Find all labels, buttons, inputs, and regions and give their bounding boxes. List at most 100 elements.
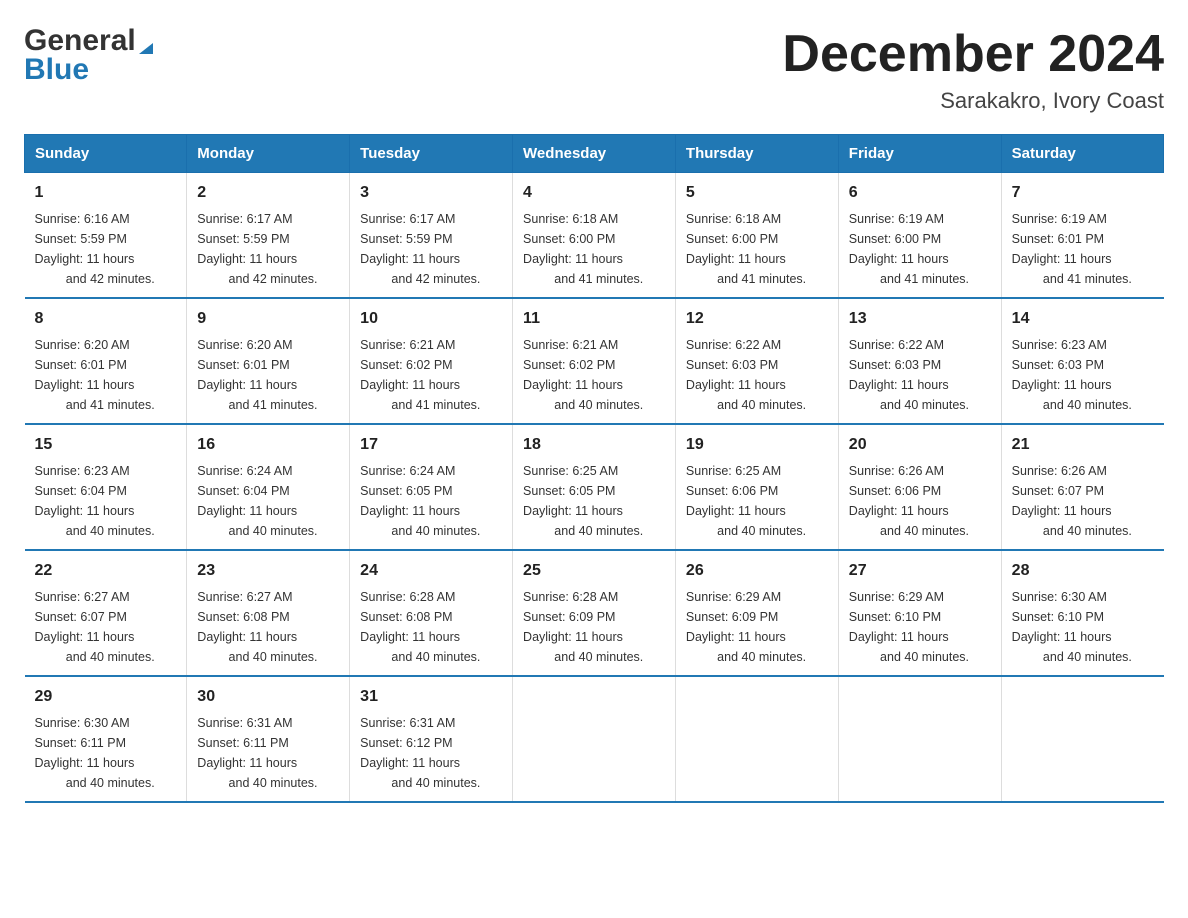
- logo: General Blue: [24, 24, 153, 86]
- calendar-cell: 14 Sunrise: 6:23 AMSunset: 6:03 PMDayligh…: [1001, 298, 1163, 424]
- day-info: Sunrise: 6:30 AMSunset: 6:11 PMDaylight:…: [35, 713, 177, 793]
- day-number: 10: [360, 307, 502, 331]
- day-info: Sunrise: 6:21 AMSunset: 6:02 PMDaylight:…: [360, 335, 502, 415]
- day-info: Sunrise: 6:18 AMSunset: 6:00 PMDaylight:…: [686, 209, 828, 289]
- day-number: 26: [686, 559, 828, 583]
- day-info: Sunrise: 6:19 AMSunset: 6:01 PMDaylight:…: [1012, 209, 1154, 289]
- logo-blue-text: Blue: [24, 53, 89, 86]
- calendar-cell: 19 Sunrise: 6:25 AMSunset: 6:06 PMDayligh…: [675, 424, 838, 550]
- day-info: Sunrise: 6:18 AMSunset: 6:00 PMDaylight:…: [523, 209, 665, 289]
- day-number: 17: [360, 433, 502, 457]
- day-info: Sunrise: 6:20 AMSunset: 6:01 PMDaylight:…: [197, 335, 339, 415]
- calendar-cell: 12 Sunrise: 6:22 AMSunset: 6:03 PMDayligh…: [675, 298, 838, 424]
- day-number: 20: [849, 433, 991, 457]
- day-number: 3: [360, 181, 502, 205]
- calendar-cell: 30Sunrise: 6:31 AMSunset: 6:11 PMDayligh…: [187, 676, 350, 802]
- col-sunday: Sunday: [25, 135, 187, 173]
- calendar-cell: 7 Sunrise: 6:19 AMSunset: 6:01 PMDaylight…: [1001, 173, 1163, 299]
- calendar-cell: [1001, 676, 1163, 802]
- day-info: Sunrise: 6:20 AMSunset: 6:01 PMDaylight:…: [35, 335, 177, 415]
- calendar-cell: 24Sunrise: 6:28 AMSunset: 6:08 PMDayligh…: [350, 550, 513, 676]
- day-number: 25: [523, 559, 665, 583]
- title-block: December 2024 Sarakakro, Ivory Coast: [782, 24, 1164, 114]
- day-number: 16: [197, 433, 339, 457]
- calendar-cell: 20 Sunrise: 6:26 AMSunset: 6:06 PMDayligh…: [838, 424, 1001, 550]
- calendar-cell: 22 Sunrise: 6:27 AMSunset: 6:07 PMDayligh…: [25, 550, 187, 676]
- calendar-cell: 26 Sunrise: 6:29 AMSunset: 6:09 PMDayligh…: [675, 550, 838, 676]
- calendar-cell: 17 Sunrise: 6:24 AMSunset: 6:05 PMDayligh…: [350, 424, 513, 550]
- day-info: Sunrise: 6:25 AMSunset: 6:06 PMDaylight:…: [686, 461, 828, 541]
- day-info: Sunrise: 6:22 AMSunset: 6:03 PMDaylight:…: [686, 335, 828, 415]
- day-number: 21: [1012, 433, 1154, 457]
- day-info: Sunrise: 6:30 AMSunset: 6:10 PMDaylight:…: [1012, 587, 1154, 667]
- calendar-cell: 2 Sunrise: 6:17 AMSunset: 5:59 PMDaylight…: [187, 173, 350, 299]
- day-info: Sunrise: 6:22 AMSunset: 6:03 PMDaylight:…: [849, 335, 991, 415]
- calendar-cell: [675, 676, 838, 802]
- day-info: Sunrise: 6:17 AMSunset: 5:59 PMDaylight:…: [197, 209, 339, 289]
- calendar-cell: 13 Sunrise: 6:22 AMSunset: 6:03 PMDayligh…: [838, 298, 1001, 424]
- calendar-cell: 23Sunrise: 6:27 AMSunset: 6:08 PMDayligh…: [187, 550, 350, 676]
- calendar-cell: [838, 676, 1001, 802]
- calendar-cell: 18Sunrise: 6:25 AMSunset: 6:05 PMDayligh…: [513, 424, 676, 550]
- day-number: 2: [197, 181, 339, 205]
- day-number: 12: [686, 307, 828, 331]
- day-info: Sunrise: 6:24 AMSunset: 6:04 PMDaylight:…: [197, 461, 339, 541]
- calendar-week-1: 1 Sunrise: 6:16 AMSunset: 5:59 PMDaylight…: [25, 173, 1164, 299]
- day-info: Sunrise: 6:23 AMSunset: 6:04 PMDaylight:…: [35, 461, 177, 541]
- calendar-cell: 5Sunrise: 6:18 AMSunset: 6:00 PMDaylight…: [675, 173, 838, 299]
- calendar-cell: 21 Sunrise: 6:26 AMSunset: 6:07 PMDayligh…: [1001, 424, 1163, 550]
- calendar-cell: 4 Sunrise: 6:18 AMSunset: 6:00 PMDaylight…: [513, 173, 676, 299]
- calendar-cell: 31Sunrise: 6:31 AMSunset: 6:12 PMDayligh…: [350, 676, 513, 802]
- day-info: Sunrise: 6:27 AMSunset: 6:08 PMDaylight:…: [197, 587, 339, 667]
- calendar-cell: 15 Sunrise: 6:23 AMSunset: 6:04 PMDayligh…: [25, 424, 187, 550]
- day-info: Sunrise: 6:31 AMSunset: 6:11 PMDaylight:…: [197, 713, 339, 793]
- day-info: Sunrise: 6:29 AMSunset: 6:09 PMDaylight:…: [686, 587, 828, 667]
- calendar-body: 1 Sunrise: 6:16 AMSunset: 5:59 PMDaylight…: [25, 173, 1164, 803]
- calendar-week-2: 8Sunrise: 6:20 AMSunset: 6:01 PMDaylight…: [25, 298, 1164, 424]
- day-info: Sunrise: 6:27 AMSunset: 6:07 PMDaylight:…: [35, 587, 177, 667]
- day-info: Sunrise: 6:17 AMSunset: 5:59 PMDaylight:…: [360, 209, 502, 289]
- day-number: 11: [523, 307, 665, 331]
- calendar-header: Sunday Monday Tuesday Wednesday Thursday…: [25, 135, 1164, 173]
- col-wednesday: Wednesday: [513, 135, 676, 173]
- day-number: 22: [35, 559, 177, 583]
- day-number: 29: [35, 685, 177, 709]
- day-info: Sunrise: 6:26 AMSunset: 6:07 PMDaylight:…: [1012, 461, 1154, 541]
- calendar-cell: 10 Sunrise: 6:21 AMSunset: 6:02 PMDayligh…: [350, 298, 513, 424]
- day-number: 4: [523, 181, 665, 205]
- day-number: 19: [686, 433, 828, 457]
- day-number: 7: [1012, 181, 1154, 205]
- day-number: 28: [1012, 559, 1154, 583]
- calendar-table: Sunday Monday Tuesday Wednesday Thursday…: [24, 134, 1164, 803]
- calendar-cell: 8Sunrise: 6:20 AMSunset: 6:01 PMDaylight…: [25, 298, 187, 424]
- day-number: 1: [35, 181, 177, 205]
- logo-triangle-icon: [139, 32, 153, 54]
- header-row: Sunday Monday Tuesday Wednesday Thursday…: [25, 135, 1164, 173]
- day-info: Sunrise: 6:26 AMSunset: 6:06 PMDaylight:…: [849, 461, 991, 541]
- day-info: Sunrise: 6:31 AMSunset: 6:12 PMDaylight:…: [360, 713, 502, 793]
- calendar-cell: 25Sunrise: 6:28 AMSunset: 6:09 PMDayligh…: [513, 550, 676, 676]
- day-info: Sunrise: 6:21 AMSunset: 6:02 PMDaylight:…: [523, 335, 665, 415]
- calendar-week-3: 15 Sunrise: 6:23 AMSunset: 6:04 PMDayligh…: [25, 424, 1164, 550]
- calendar-cell: 29 Sunrise: 6:30 AMSunset: 6:11 PMDayligh…: [25, 676, 187, 802]
- calendar-cell: 9 Sunrise: 6:20 AMSunset: 6:01 PMDaylight…: [187, 298, 350, 424]
- calendar-cell: 1 Sunrise: 6:16 AMSunset: 5:59 PMDaylight…: [25, 173, 187, 299]
- calendar-title: December 2024: [782, 24, 1164, 84]
- day-number: 14: [1012, 307, 1154, 331]
- day-info: Sunrise: 6:16 AMSunset: 5:59 PMDaylight:…: [35, 209, 177, 289]
- calendar-cell: 27Sunrise: 6:29 AMSunset: 6:10 PMDayligh…: [838, 550, 1001, 676]
- day-number: 9: [197, 307, 339, 331]
- col-thursday: Thursday: [675, 135, 838, 173]
- calendar-subtitle: Sarakakro, Ivory Coast: [782, 88, 1164, 114]
- col-tuesday: Tuesday: [350, 135, 513, 173]
- day-number: 15: [35, 433, 177, 457]
- day-number: 18: [523, 433, 665, 457]
- day-number: 13: [849, 307, 991, 331]
- page-header: General Blue December 2024 Sarakakro, Iv…: [24, 24, 1164, 114]
- day-info: Sunrise: 6:28 AMSunset: 6:08 PMDaylight:…: [360, 587, 502, 667]
- day-info: Sunrise: 6:23 AMSunset: 6:03 PMDaylight:…: [1012, 335, 1154, 415]
- calendar-cell: 16 Sunrise: 6:24 AMSunset: 6:04 PMDayligh…: [187, 424, 350, 550]
- calendar-week-4: 22 Sunrise: 6:27 AMSunset: 6:07 PMDayligh…: [25, 550, 1164, 676]
- day-info: Sunrise: 6:24 AMSunset: 6:05 PMDaylight:…: [360, 461, 502, 541]
- col-saturday: Saturday: [1001, 135, 1163, 173]
